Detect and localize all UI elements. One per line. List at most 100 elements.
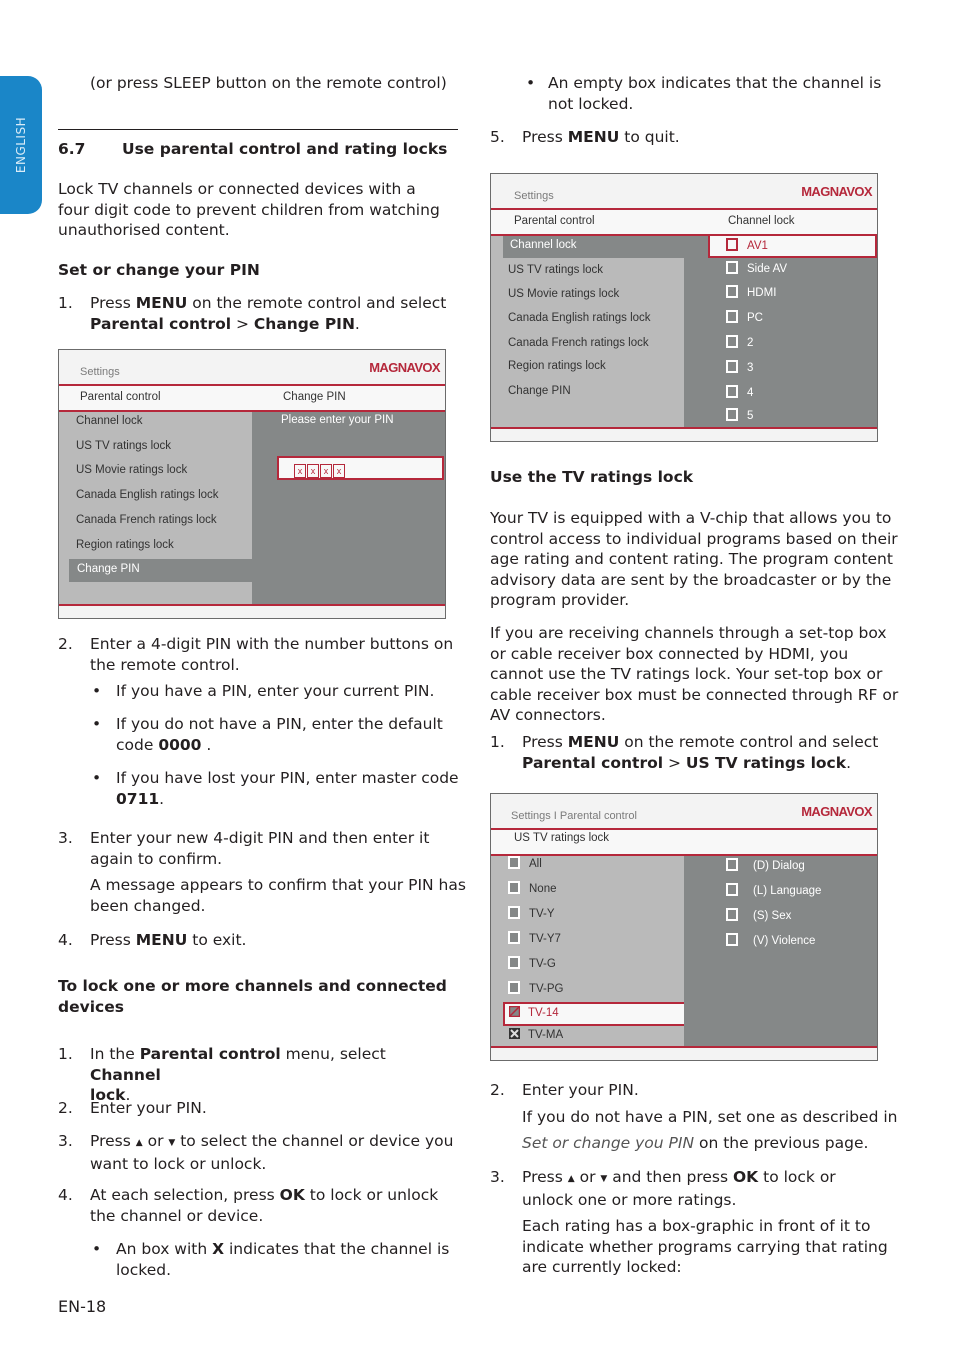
ratings-step-2: Enter your PIN. If you do not have a PIN…	[522, 1080, 897, 1154]
text: indicates that the channel is	[224, 1240, 450, 1258]
text: or	[574, 1168, 601, 1186]
menu-header: Settings MAGNAVOX	[59, 350, 445, 386]
channel-item-pc[interactable]: PC	[726, 310, 763, 324]
text: are currently locked:	[522, 1258, 682, 1276]
menu-path-us-tv-ratings: US TV ratings lock	[685, 753, 847, 772]
rating-item-all[interactable]: All	[508, 856, 542, 870]
text: on the remote control and select	[619, 733, 879, 751]
text: If you have lost your PIN, enter master …	[116, 769, 459, 787]
tv-menu-change-pin: Settings MAGNAVOX Parental control Chang…	[58, 349, 446, 619]
menu-item-label: Channel lock	[510, 239, 577, 251]
text: At each selection, press	[90, 1186, 280, 1204]
menu-subheader: Parental control Change PIN	[59, 386, 445, 412]
content-item-violence[interactable]: (V) Violence	[726, 933, 815, 947]
cross-reference-link[interactable]: Set or change you PIN	[522, 1134, 694, 1152]
menu-item-canada-english[interactable]: Canada English ratings lock	[508, 312, 651, 324]
channel-item-hdmi[interactable]: HDMI	[726, 285, 776, 299]
brand-logo: MAGNAVOX	[801, 184, 872, 199]
menu-footer	[59, 604, 445, 618]
checkbox-icon	[726, 310, 738, 323]
menu-item-canada-french[interactable]: Canada French ratings lock	[76, 514, 217, 526]
channel-item-side-av[interactable]: Side AV	[726, 261, 787, 275]
lock-step-1: In the Parental control menu, select Cha…	[90, 1044, 460, 1106]
hdmi-paragraph: If you are receiving channels through a …	[490, 623, 898, 726]
content-label: (S) Sex	[753, 910, 792, 922]
rating-item-tv-g[interactable]: TV-G	[508, 956, 556, 970]
channel-item-4[interactable]: 4	[726, 385, 753, 399]
rating-item-tv-ma[interactable]: TV-MA	[509, 1028, 563, 1041]
menu-item-channel-lock[interactable]: Channel lock	[76, 415, 142, 427]
menu-item-us-tv-ratings[interactable]: US TV ratings lock	[508, 264, 603, 276]
text: locked.	[116, 1260, 172, 1279]
channel-item-3[interactable]: 3	[726, 360, 753, 374]
menu-panel-title: Channel lock	[728, 215, 795, 227]
text: .	[201, 735, 212, 754]
lock-channels-heading: To lock one or more channels and connect…	[58, 976, 447, 1017]
checkbox-icon	[508, 856, 520, 869]
set-pin-step-3: Enter your new 4-digit PIN and then ente…	[90, 828, 466, 916]
content-item-language[interactable]: (L) Language	[726, 883, 821, 897]
channel-item-5[interactable]: 5	[726, 408, 753, 422]
text: to quit.	[619, 128, 680, 146]
brand-logo: MAGNAVOX	[369, 360, 440, 375]
bullet-current-pin: If you have a PIN, enter your current PI…	[116, 682, 435, 700]
checkbox-icon	[726, 883, 738, 896]
step-number: 5.	[490, 128, 505, 146]
content-label: (L) Language	[753, 885, 822, 897]
rating-item-tv-pg[interactable]: TV-PG	[508, 981, 564, 995]
text: or	[142, 1132, 169, 1150]
content-item-dialog[interactable]: (D) Dialog	[726, 858, 805, 872]
content-item-sex[interactable]: (S) Sex	[726, 908, 791, 922]
ok-key: OK	[279, 1186, 305, 1204]
text: An empty box indicates that the channel …	[548, 74, 882, 92]
rating-label: TV-MA	[528, 1029, 564, 1041]
menu-item-change-pin[interactable]: Change PIN	[508, 385, 571, 397]
language-tab: ENGLISH	[0, 76, 42, 214]
step-number: 1.	[490, 733, 505, 751]
menu-item-us-movie-ratings[interactable]: US Movie ratings lock	[508, 288, 619, 300]
channel-item-2[interactable]: 2	[726, 335, 753, 349]
bullet-dot: •	[92, 1240, 102, 1258]
checkbox-icon	[726, 335, 738, 348]
text: and then press	[607, 1168, 733, 1186]
step-number: 4.	[58, 931, 73, 949]
rating-item-none[interactable]: None	[508, 881, 557, 895]
text: to exit.	[187, 931, 247, 949]
lock-step-3: Press ▲ or ▼ to select the channel or de…	[90, 1131, 453, 1174]
step-number: 3.	[58, 1132, 73, 1150]
menu-item-us-tv-ratings[interactable]: US TV ratings lock	[76, 440, 171, 452]
menu-item-canada-french[interactable]: Canada French ratings lock	[508, 337, 649, 349]
text: been changed.	[90, 896, 206, 915]
menu-item-label: Change PIN	[77, 563, 140, 575]
rating-item-tv-y7[interactable]: TV-Y7	[508, 931, 561, 945]
text: If you do not have a PIN, enter the defa…	[116, 715, 443, 733]
channel-label: 2	[747, 337, 754, 349]
partial-lock-icon	[508, 1005, 521, 1018]
text: or cable receiver box connected by HDMI,…	[490, 644, 849, 663]
pin-entry-field[interactable]: xxxx	[277, 456, 444, 480]
menu-path-parental: Parental control	[90, 314, 232, 333]
pin-digit: x	[333, 464, 345, 478]
menu-section-title: US TV ratings lock	[514, 832, 610, 844]
menu-breadcrumb: Settings I Parental control	[511, 810, 637, 822]
menu-item-region-ratings[interactable]: Region ratings lock	[508, 360, 606, 372]
path-separator: >	[663, 753, 686, 772]
checkbox-icon	[726, 360, 738, 373]
rating-item-tv-y[interactable]: TV-Y	[508, 906, 555, 920]
rating-label: None	[529, 883, 557, 895]
lock-step-4: At each selection, press OK to lock or u…	[90, 1185, 438, 1226]
channel-item-av1[interactable]: AV1	[726, 238, 768, 252]
rating-label: TV-G	[529, 958, 556, 970]
menu-section-title: Parental control	[80, 391, 161, 403]
step-number: 4.	[58, 1186, 73, 1204]
text: Press	[90, 294, 136, 312]
menu-item-canada-english[interactable]: Canada English ratings lock	[76, 489, 219, 501]
menu-item-selected[interactable]: Channel lock	[503, 236, 684, 258]
menu-item-us-movie-ratings[interactable]: US Movie ratings lock	[76, 464, 187, 476]
channel-label: 4	[747, 387, 754, 399]
menu-item-selected[interactable]: Change PIN	[69, 559, 252, 582]
rating-item-tv-14[interactable]: TV-14	[508, 1005, 559, 1019]
text: Your TV is equipped with a V-chip that a…	[490, 509, 892, 527]
menu-item-region-ratings[interactable]: Region ratings lock	[76, 539, 174, 551]
default-code: 0000	[158, 735, 202, 754]
